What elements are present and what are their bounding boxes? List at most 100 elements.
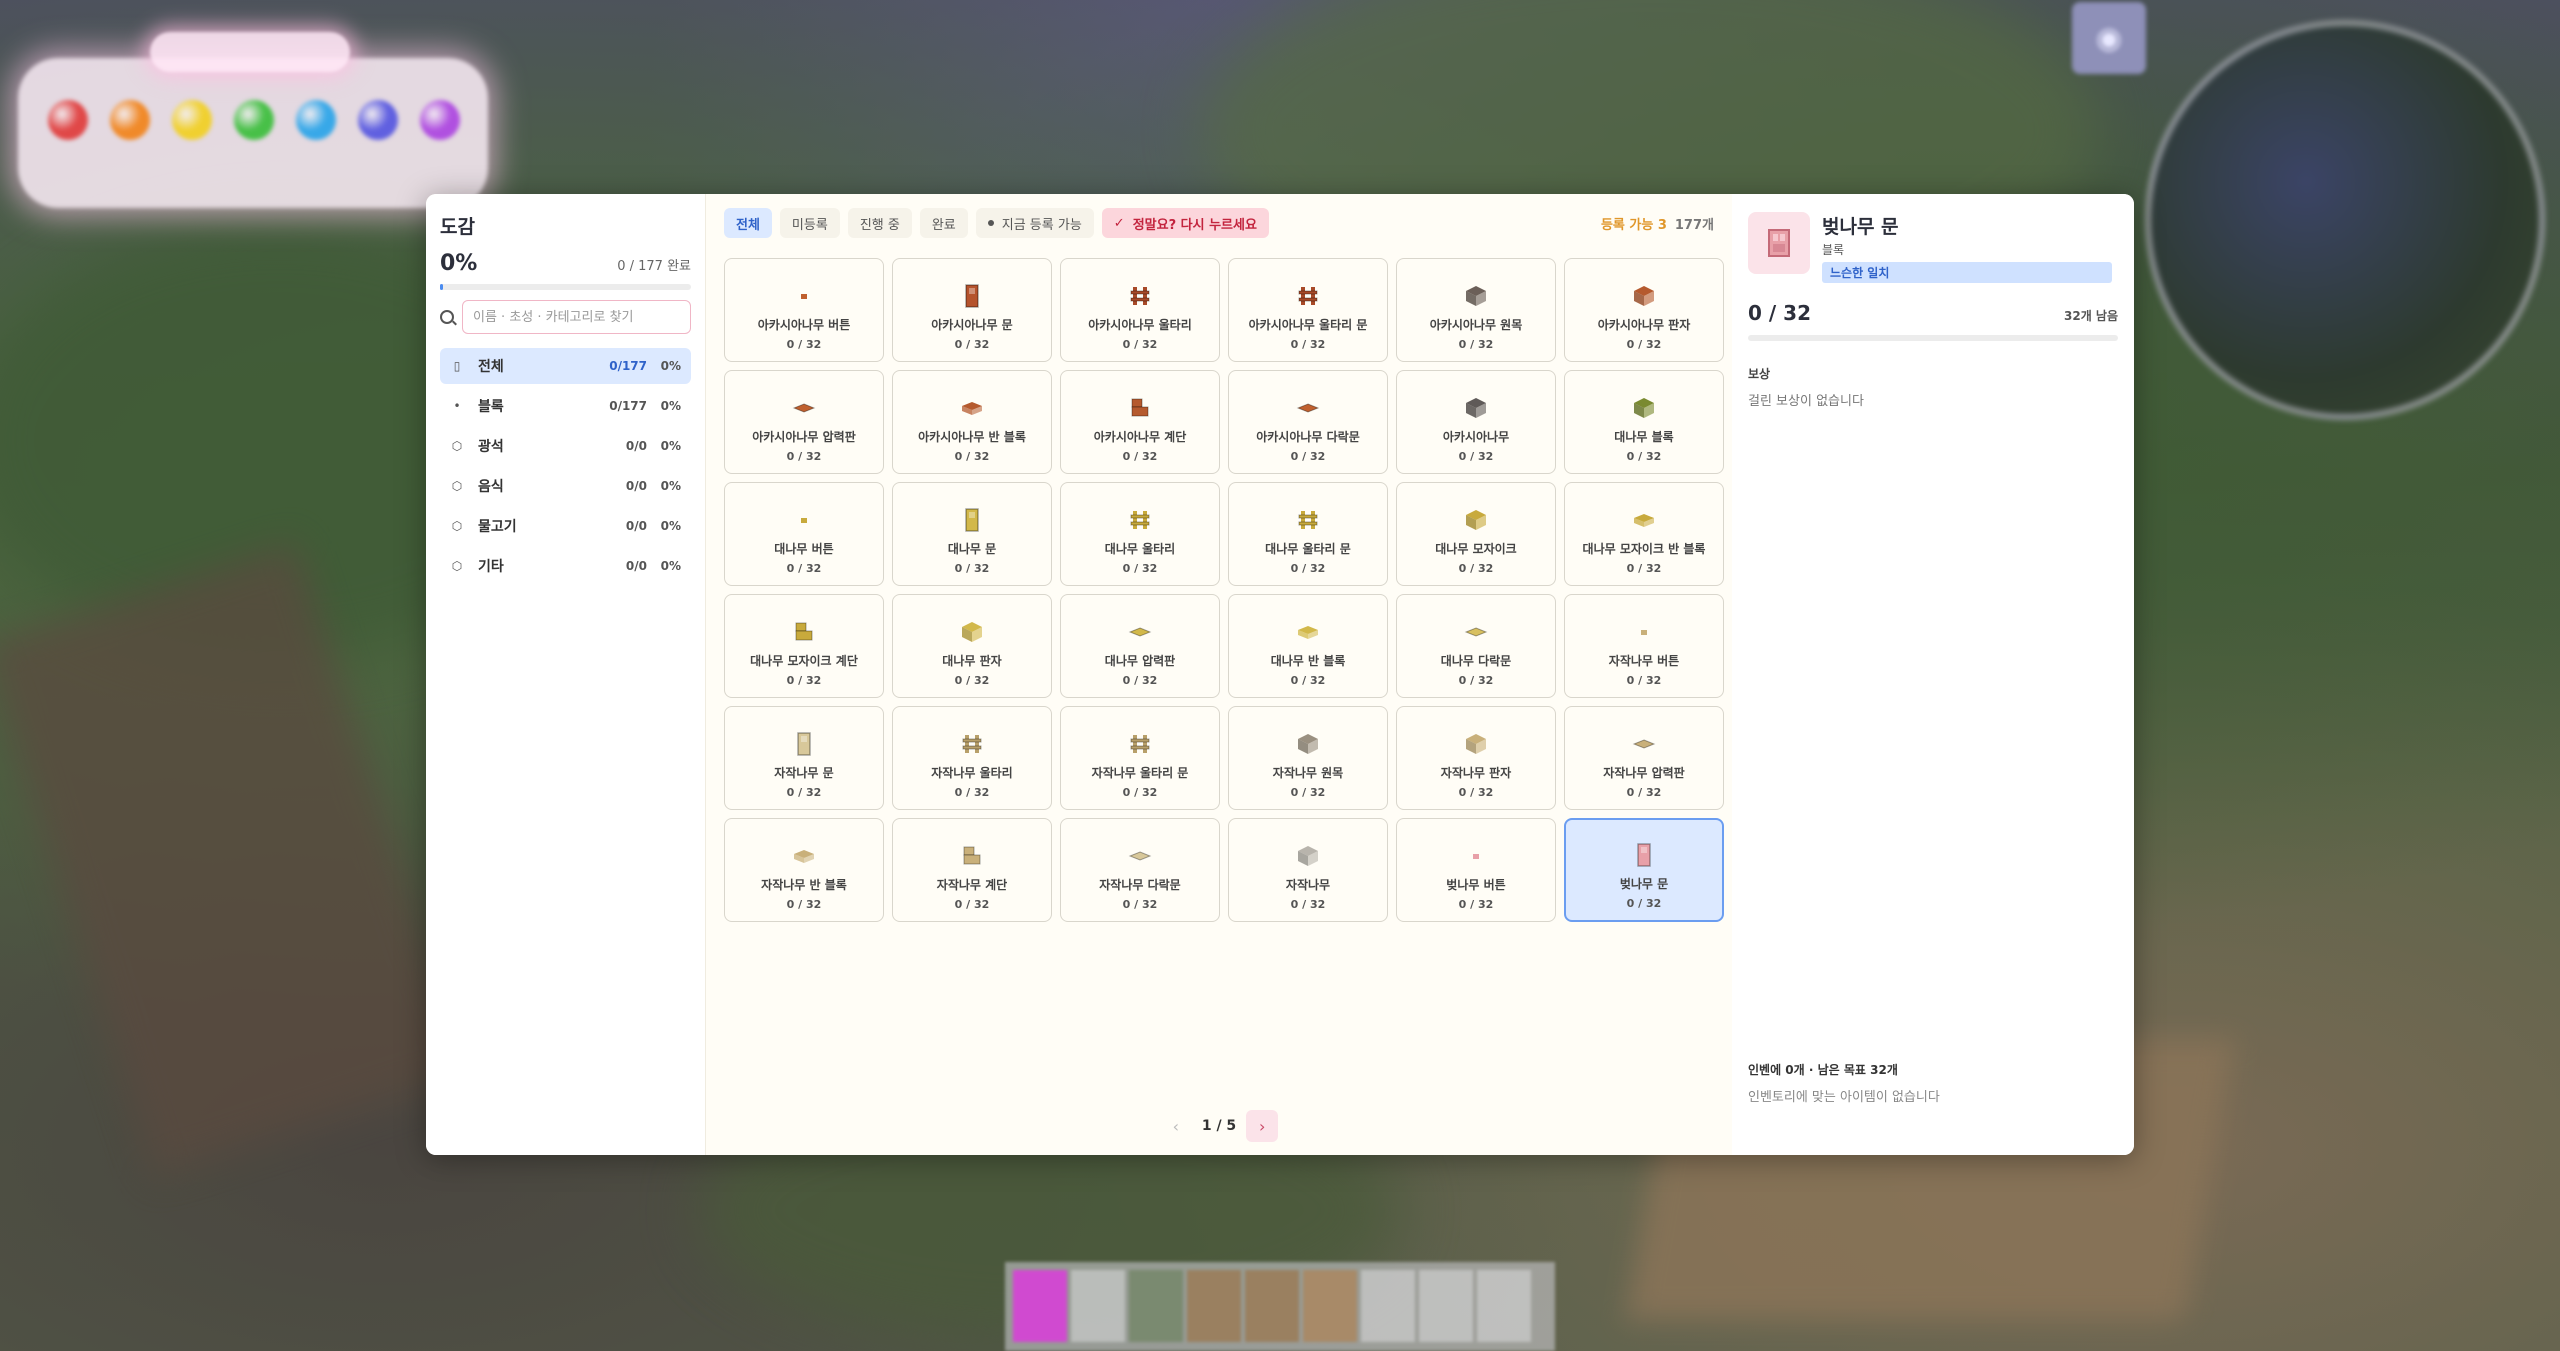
item-name: 아카시아나무 계단 — [1093, 430, 1187, 444]
category-count: 0/177 — [609, 399, 647, 413]
filter-done[interactable]: 완료 — [919, 208, 968, 238]
item-card[interactable]: 아카시아나무 문 0 / 32 — [892, 258, 1052, 362]
color-orb — [48, 100, 88, 140]
item-name: 대나무 모자이크 반 블록 — [1582, 542, 1706, 556]
item-card[interactable]: 자작나무 다락문 0 / 32 — [1060, 818, 1220, 922]
item-name: 자작나무 울타리 문 — [1091, 766, 1189, 780]
item-card[interactable]: 대나무 모자이크 반 블록 0 / 32 — [1564, 482, 1724, 586]
item-card[interactable]: 대나무 모자이크 계단 0 / 32 — [724, 594, 884, 698]
category-item[interactable]: ⬡ 물고기 0/0 0% — [440, 508, 691, 544]
category-item[interactable]: ⬡ 광석 0/0 0% — [440, 428, 691, 464]
item-progress: 0 / 32 — [1458, 786, 1494, 799]
filter-registerable-now[interactable]: 지금 등록 가능 — [975, 208, 1094, 238]
color-orb — [110, 100, 150, 140]
check-icon: ✓ — [1113, 215, 1125, 231]
detail-remaining: 32개 남음 — [2064, 309, 2118, 323]
search-input[interactable] — [462, 300, 691, 334]
category-item[interactable]: • 블록 0/177 0% — [440, 388, 691, 424]
item-card[interactable]: 아카시아나무 다락문 0 / 32 — [1228, 370, 1388, 474]
item-card[interactable]: 자작나무 울타리 문 0 / 32 — [1060, 706, 1220, 810]
item-name: 자작나무 — [1285, 878, 1331, 892]
item-card[interactable]: 자작나무 판자 0 / 32 — [1396, 706, 1556, 810]
hotbar-slot[interactable] — [1013, 1270, 1067, 1342]
category-count: 0/0 — [625, 559, 647, 573]
reward-heading: 보상 — [1748, 367, 1771, 381]
plate-icon — [792, 396, 816, 420]
next-page-button[interactable]: › — [1246, 1110, 1279, 1142]
inventory-status: 인벤에 0개 · 남은 목표 32개 — [1748, 1063, 1898, 1077]
color-orb — [234, 100, 274, 140]
item-card[interactable]: 아카시아나무 판자 0 / 32 — [1564, 258, 1724, 362]
fence-icon — [1128, 732, 1152, 756]
item-grid: 아카시아나무 버튼 0 / 32 아카시아나무 문 0 / 32 아카시아나무 울타리 0… — [724, 258, 1724, 922]
item-card[interactable]: 자작나무 문 0 / 32 — [724, 706, 884, 810]
hotbar-slot[interactable] — [1187, 1270, 1241, 1342]
item-card[interactable]: 대나무 압력판 0 / 32 — [1060, 594, 1220, 698]
fence-icon — [1128, 508, 1152, 532]
category-item[interactable]: ▯ 전체 0/177 0% — [440, 348, 691, 384]
category-label: 전체 — [478, 359, 504, 375]
item-card[interactable]: 대나무 반 블록 0 / 32 — [1228, 594, 1388, 698]
match-badge: 느슨한 일치 — [1822, 262, 2112, 283]
filter-in-progress[interactable]: 진행 중 — [847, 208, 912, 238]
item-card[interactable]: 아카시아나무 계단 0 / 32 — [1060, 370, 1220, 474]
eye-icon[interactable]: ◉ — [2072, 2, 2146, 74]
item-card[interactable]: 아카시아나무 원목 0 / 32 — [1396, 258, 1556, 362]
item-card[interactable]: 벚나무 버튼 0 / 32 — [1396, 818, 1556, 922]
item-name: 자작나무 다락문 — [1099, 878, 1181, 892]
item-card[interactable]: 아카시아나무 버튼 0 / 32 — [724, 258, 884, 362]
item-card[interactable]: 자작나무 압력판 0 / 32 — [1564, 706, 1724, 810]
hotbar-slot[interactable] — [1361, 1270, 1415, 1342]
item-progress: 0 / 32 — [786, 786, 822, 799]
fence-icon — [1296, 284, 1320, 308]
confirm-register-button[interactable]: ✓ 정말요? 다시 누르세요 — [1101, 208, 1269, 238]
category-count: 0/0 — [625, 439, 647, 453]
item-progress: 0 / 32 — [1626, 674, 1662, 687]
item-card[interactable]: 대나무 블록 0 / 32 — [1564, 370, 1724, 474]
category-list: ▯ 전체 0/177 0% • 블록 0/177 0% ⬡ 광석 0/0 0% ⬡ 음식 0/0 0% ⬡ 물고기… — [440, 348, 691, 584]
item-card[interactable]: 대나무 버튼 0 / 32 — [724, 482, 884, 586]
filter-unregistered[interactable]: 미등록 — [779, 208, 840, 238]
category-count: 0/0 — [625, 519, 647, 533]
hotbar-slot[interactable] — [1477, 1270, 1531, 1342]
item-card[interactable]: 대나무 모자이크 0 / 32 — [1396, 482, 1556, 586]
hotbar-slot[interactable] — [1419, 1270, 1473, 1342]
item-name: 자작나무 버튼 — [1608, 654, 1680, 668]
door-icon — [960, 284, 984, 308]
hotbar-slot[interactable] — [1245, 1270, 1299, 1342]
plate-icon — [1296, 396, 1320, 420]
category-item[interactable]: ⬡ 기타 0/0 0% — [440, 548, 691, 584]
item-card[interactable]: 벚나무 문 0 / 32 — [1564, 818, 1724, 922]
dot-icon — [792, 508, 816, 532]
color-orb — [296, 100, 336, 140]
item-card[interactable]: 아카시아나무 압력판 0 / 32 — [724, 370, 884, 474]
item-name: 자작나무 계단 — [936, 878, 1008, 892]
item-card[interactable]: 아카시아나무 반 블록 0 / 32 — [892, 370, 1052, 474]
category-percent: 0% — [660, 359, 681, 373]
item-card[interactable]: 대나무 문 0 / 32 — [892, 482, 1052, 586]
hotbar-slot[interactable] — [1303, 1270, 1357, 1342]
item-card[interactable]: 대나무 울타리 0 / 32 — [1060, 482, 1220, 586]
item-card[interactable]: 아카시아나무 0 / 32 — [1396, 370, 1556, 474]
filter-all[interactable]: 전체 — [724, 208, 772, 238]
item-card[interactable]: 대나무 판자 0 / 32 — [892, 594, 1052, 698]
item-card[interactable]: 자작나무 울타리 0 / 32 — [892, 706, 1052, 810]
item-card[interactable]: 자작나무 버튼 0 / 32 — [1564, 594, 1724, 698]
item-card[interactable]: 대나무 다락문 0 / 32 — [1396, 594, 1556, 698]
item-card[interactable]: 자작나무 원목 0 / 32 — [1228, 706, 1388, 810]
item-name: 대나무 울타리 — [1104, 542, 1176, 556]
item-name: 대나무 다락문 — [1440, 654, 1512, 668]
item-progress: 0 / 32 — [1290, 674, 1326, 687]
item-card[interactable]: 아카시아나무 울타리 0 / 32 — [1060, 258, 1220, 362]
item-card[interactable]: 대나무 울타리 문 0 / 32 — [1228, 482, 1388, 586]
item-card[interactable]: 자작나무 0 / 32 — [1228, 818, 1388, 922]
collection-window: 도감 0% 0 / 177 완료 ▯ 전체 0/177 0% • 블록 0/177 0% ⬡ 광석… — [426, 194, 2134, 1155]
category-item[interactable]: ⬡ 음식 0/0 0% — [440, 468, 691, 504]
item-card[interactable]: 자작나무 반 블록 0 / 32 — [724, 818, 884, 922]
hotbar-slot[interactable] — [1129, 1270, 1183, 1342]
prev-page-button[interactable]: ‹ — [1160, 1110, 1192, 1142]
item-card[interactable]: 자작나무 계단 0 / 32 — [892, 818, 1052, 922]
item-card[interactable]: 아카시아나무 울타리 문 0 / 32 — [1228, 258, 1388, 362]
hotbar-slot[interactable] — [1071, 1270, 1125, 1342]
item-progress: 0 / 32 — [954, 450, 990, 463]
